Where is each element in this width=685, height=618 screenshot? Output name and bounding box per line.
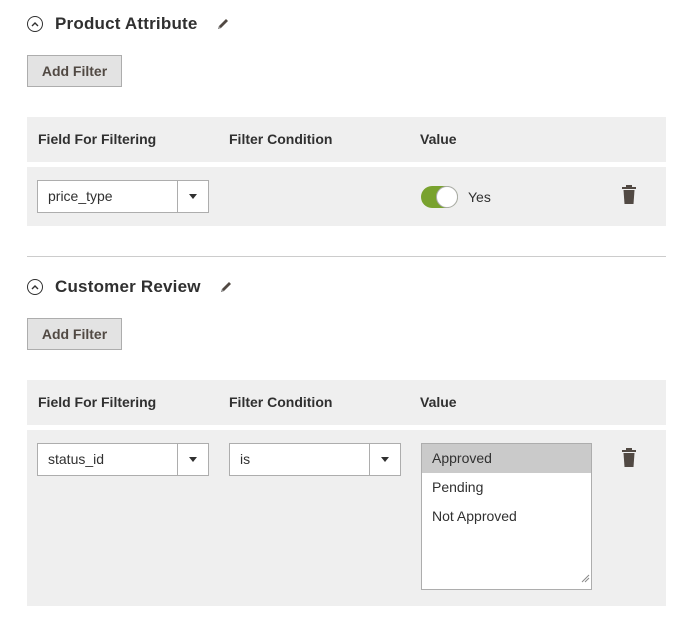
table-row: status_id is Approved Pending Not Approv… bbox=[27, 430, 666, 606]
column-header-field: Field For Filtering bbox=[38, 394, 157, 410]
resize-grip-icon[interactable] bbox=[581, 570, 590, 588]
field-select-value: price_type bbox=[48, 188, 113, 204]
caret-down-icon[interactable] bbox=[177, 444, 208, 475]
toggle-label: Yes bbox=[468, 189, 491, 205]
value-toggle[interactable] bbox=[421, 186, 458, 208]
trash-icon[interactable] bbox=[622, 448, 636, 468]
condition-select[interactable]: is bbox=[229, 443, 401, 476]
section-customer-review: Customer Review Add Filter Field For Fil… bbox=[27, 263, 666, 613]
value-multiselect[interactable]: Approved Pending Not Approved bbox=[421, 443, 592, 590]
collapse-icon[interactable] bbox=[27, 16, 43, 32]
condition-select-value: is bbox=[240, 451, 251, 467]
section-header: Product Attribute bbox=[27, 12, 230, 36]
column-header-value: Value bbox=[420, 394, 457, 410]
column-header-value: Value bbox=[420, 131, 457, 147]
section-title: Product Attribute bbox=[55, 14, 198, 33]
section-title: Customer Review bbox=[55, 277, 201, 296]
add-filter-button[interactable]: Add Filter bbox=[27, 318, 122, 350]
toggle-knob bbox=[436, 186, 458, 208]
column-header-field: Field For Filtering bbox=[38, 131, 157, 147]
caret-down-icon[interactable] bbox=[369, 444, 400, 475]
section-header: Customer Review bbox=[27, 275, 233, 299]
column-header-condition: Filter Condition bbox=[229, 394, 333, 410]
section-product-attribute: Product Attribute Add Filter Field For F… bbox=[27, 0, 666, 230]
option-approved[interactable]: Approved bbox=[422, 444, 591, 473]
option-pending[interactable]: Pending bbox=[422, 473, 591, 502]
column-header-condition: Filter Condition bbox=[229, 131, 333, 147]
option-not-approved[interactable]: Not Approved bbox=[422, 502, 591, 531]
add-filter-button[interactable]: Add Filter bbox=[27, 55, 122, 87]
trash-icon[interactable] bbox=[622, 185, 636, 205]
field-select-value: status_id bbox=[48, 451, 105, 467]
caret-down-icon[interactable] bbox=[177, 181, 208, 212]
table-row: price_type Yes bbox=[27, 167, 666, 226]
section-divider bbox=[27, 256, 666, 257]
pencil-icon[interactable] bbox=[216, 17, 230, 31]
filter-table-header: Field For Filtering Filter Condition Val… bbox=[27, 380, 666, 425]
field-select[interactable]: status_id bbox=[37, 443, 209, 476]
collapse-icon[interactable] bbox=[27, 279, 43, 295]
field-select[interactable]: price_type bbox=[37, 180, 209, 213]
filter-table-header: Field For Filtering Filter Condition Val… bbox=[27, 117, 666, 162]
pencil-icon[interactable] bbox=[219, 280, 233, 294]
